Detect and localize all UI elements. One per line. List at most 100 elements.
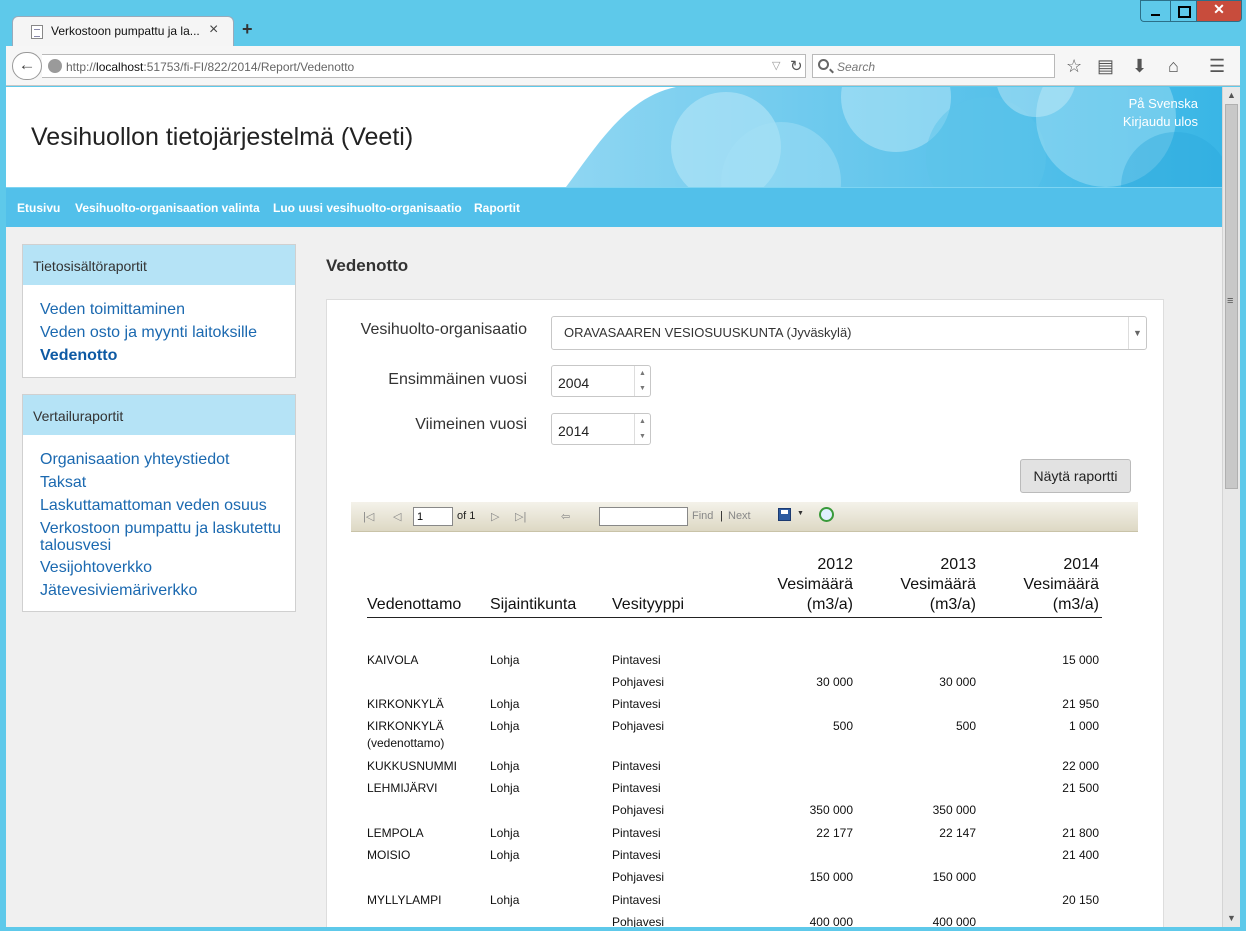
- last-year-stepper[interactable]: 2014 ▲ ▼: [551, 413, 651, 445]
- header-divider: [367, 617, 1102, 618]
- cell-vesityyppi: Pohjavesi: [612, 870, 665, 884]
- sidebar-link-unbilled-water[interactable]: Laskuttamattoman veden osuus: [40, 497, 267, 514]
- search-placeholder: Search: [837, 60, 876, 74]
- cell-vesityyppi: Pohjavesi: [612, 915, 665, 927]
- sidebar-link-water-network[interactable]: Vesijohtoverkko: [40, 559, 152, 576]
- minimize-button[interactable]: [1140, 0, 1170, 22]
- refresh-icon[interactable]: [819, 507, 834, 522]
- cell-sijaintikunta: Lohja: [490, 719, 520, 733]
- cell-sijaintikunta: Lohja: [490, 781, 520, 795]
- cell-sijaintikunta: Lohja: [490, 653, 520, 667]
- export-save-icon[interactable]: [778, 508, 791, 521]
- spin-up-icon[interactable]: ▲: [635, 414, 650, 429]
- show-report-button[interactable]: Näytä raportti: [1020, 459, 1131, 493]
- first-year-stepper[interactable]: 2004 ▲ ▼: [551, 365, 651, 397]
- chevron-down-icon[interactable]: ▼: [1128, 317, 1146, 349]
- cell-vesityyppi: Pintavesi: [612, 781, 661, 795]
- cell-vedenottamo: MYLLYLAMPI: [367, 893, 442, 907]
- back-report-icon[interactable]: ⇦: [561, 510, 570, 523]
- reload-icon[interactable]: ↻: [790, 57, 803, 75]
- url-text: http://localhost:51753/fi-FI/822/2014/Re…: [66, 60, 355, 74]
- search-bar[interactable]: Search: [812, 54, 1055, 78]
- search-icon: [818, 59, 829, 70]
- sidebar-link-pumped-billed-cont[interactable]: talousvesi: [40, 537, 111, 554]
- sidebar-link-contacts[interactable]: Organisaation yhteystiedot: [40, 451, 229, 468]
- spin-down-icon[interactable]: ▼: [635, 381, 650, 396]
- main-navigation: Etusivu Vesihuolto-organisaation valinta…: [6, 187, 1222, 227]
- next-page-icon[interactable]: ▷: [491, 510, 499, 523]
- back-button[interactable]: ←: [12, 52, 42, 80]
- sidebar-link-sewer-network[interactable]: Jätevesiviemäriverkko: [40, 582, 197, 599]
- site-title: Vesihuollon tietojärjestelmä (Veeti): [31, 123, 414, 151]
- spin-up-icon[interactable]: ▲: [635, 366, 650, 381]
- sidebar-heading: Tietosisältöraportit: [23, 245, 295, 285]
- col-header-sijaintikunta: Sijaintikunta: [490, 596, 577, 613]
- cell-vesityyppi: Pohjavesi: [612, 719, 665, 733]
- cell-vesityyppi: Pintavesi: [612, 826, 661, 840]
- url-bar[interactable]: http://localhost:51753/fi-FI/822/2014/Re…: [42, 54, 806, 78]
- cell-2014: 21 400: [1062, 848, 1099, 862]
- find-link[interactable]: Find: [692, 510, 713, 522]
- cell-2013: 500: [955, 719, 976, 733]
- col-header-vedenottamo: Vedenottamo: [367, 596, 462, 613]
- cell-sijaintikunta: Lohja: [490, 826, 520, 840]
- find-next-link[interactable]: Next: [728, 510, 751, 522]
- maximize-button[interactable]: [1170, 0, 1196, 22]
- scroll-up-icon[interactable]: ▲: [1223, 87, 1240, 104]
- nav-etusivu[interactable]: Etusivu: [17, 201, 60, 215]
- cell-2012: 500: [832, 719, 853, 733]
- cell-vesityyppi: Pintavesi: [612, 759, 661, 773]
- language-link[interactable]: På Svenska: [1129, 96, 1198, 111]
- logout-link[interactable]: Kirjaudu ulos: [1123, 114, 1198, 129]
- new-tab-icon[interactable]: +: [242, 19, 253, 40]
- org-label: Vesihuolto-organisaatio: [360, 321, 527, 338]
- cell-2012: 150 000: [809, 870, 853, 884]
- nav-create-organisation[interactable]: Luo uusi vesihuolto-organisaatio: [273, 201, 462, 215]
- cell-2014: 15 000: [1062, 653, 1099, 667]
- tab-close-icon[interactable]: ×: [209, 21, 218, 39]
- scroll-down-icon[interactable]: ▼: [1223, 910, 1240, 927]
- reading-list-icon[interactable]: ▤: [1097, 56, 1114, 77]
- site-header: Vesihuollon tietojärjestelmä (Veeti) På …: [6, 87, 1222, 187]
- cell-2012: 350 000: [809, 803, 853, 817]
- browser-tab[interactable]: Verkostoon pumpattu ja la... ×: [12, 16, 234, 46]
- browser-titlebar: Verkostoon pumpattu ja la... × + ✕: [0, 0, 1246, 46]
- export-dropdown-icon[interactable]: ▼: [797, 510, 804, 517]
- col-header-2013: 2013 Vesimäärä (m3/a): [900, 556, 976, 613]
- prev-page-icon[interactable]: ◁: [393, 510, 401, 523]
- nav-organisation-selection[interactable]: Vesihuolto-organisaation valinta: [75, 201, 260, 215]
- download-icon[interactable]: ⬇: [1132, 56, 1147, 77]
- cell-2014: 1 000: [1068, 719, 1099, 733]
- sidebar-link-veden-toimittaminen[interactable]: Veden toimittaminen: [40, 301, 185, 318]
- first-page-icon[interactable]: |◁: [363, 510, 374, 523]
- sidebar-link-vedenotto[interactable]: Vedenotto: [40, 347, 117, 364]
- cell-2012: 22 177: [816, 826, 853, 840]
- report-panel: Vesihuolto-organisaatio ORAVASAAREN VESI…: [326, 299, 1164, 927]
- cell-2014: 21 800: [1062, 826, 1099, 840]
- cell-2014: 21 500: [1062, 781, 1099, 795]
- cell-sijaintikunta: Lohja: [490, 848, 520, 862]
- scroll-thumb[interactable]: [1225, 104, 1238, 489]
- cell-sijaintikunta: Lohja: [490, 893, 520, 907]
- col-header-vesityyppi: Vesityyppi: [612, 596, 685, 613]
- sidebar-link-veden-osto[interactable]: Veden osto ja myynti laitoksille: [40, 324, 257, 341]
- menu-icon[interactable]: ☰: [1209, 56, 1225, 77]
- first-year-label: Ensimmäinen vuosi: [388, 371, 527, 388]
- page-scrollbar[interactable]: ▲ ▼: [1222, 87, 1240, 927]
- sidebar-comparison-reports: Vertailuraportit Organisaation yhteystie…: [22, 394, 296, 612]
- sidebar-link-pumped-billed[interactable]: Verkostoon pumpattu ja laskutettu: [40, 520, 281, 537]
- organisation-select[interactable]: ORAVASAAREN VESIOSUUSKUNTA (Jyväskylä) ▼: [551, 316, 1147, 350]
- home-icon[interactable]: ⌂: [1168, 56, 1179, 77]
- close-window-button[interactable]: ✕: [1196, 0, 1242, 22]
- find-input[interactable]: [599, 507, 688, 526]
- sidebar-heading: Vertailuraportit: [23, 395, 295, 435]
- cell-2014: 20 150: [1062, 893, 1099, 907]
- bookmark-star-icon[interactable]: ☆: [1066, 56, 1082, 77]
- cell-2013: 22 147: [939, 826, 976, 840]
- spin-down-icon[interactable]: ▼: [635, 429, 650, 444]
- page-number-input[interactable]: [413, 507, 453, 526]
- sidebar-link-taksat[interactable]: Taksat: [40, 474, 86, 491]
- last-page-icon[interactable]: ▷|: [515, 510, 526, 523]
- nav-reports[interactable]: Raportit: [474, 201, 520, 215]
- url-dropdown-icon[interactable]: ▽: [772, 59, 780, 72]
